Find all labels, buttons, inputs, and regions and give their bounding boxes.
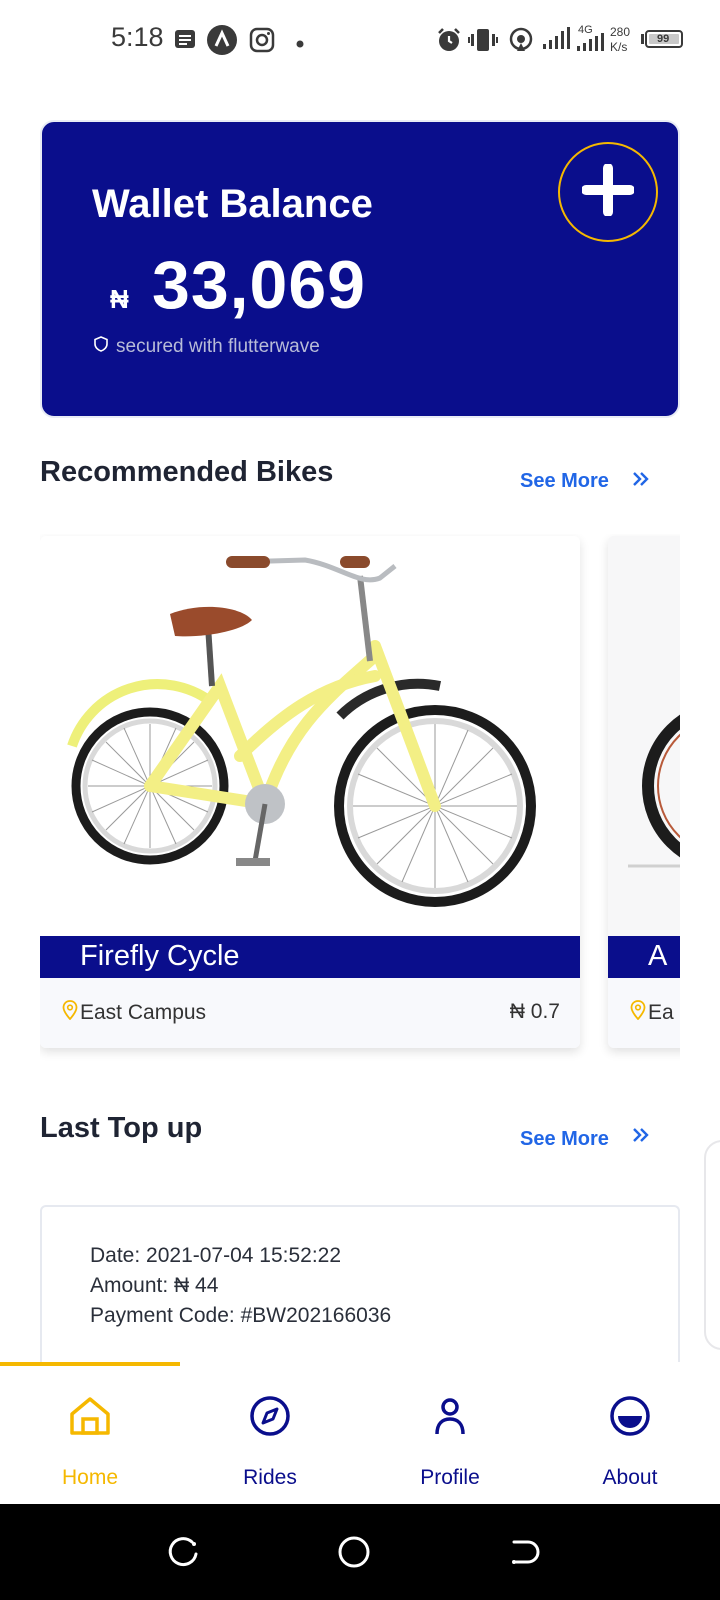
topup-see-more-link[interactable]: See More bbox=[520, 1128, 609, 1151]
recents-icon[interactable] bbox=[166, 1534, 202, 1570]
person-icon bbox=[428, 1394, 472, 1438]
bike-name-bar: A bbox=[608, 936, 680, 978]
nav-item-profile[interactable]: Profile bbox=[360, 1362, 540, 1504]
bike-name: Firefly Cycle bbox=[80, 940, 240, 972]
speed-value: 280 bbox=[610, 25, 631, 39]
plus-icon bbox=[581, 162, 635, 221]
wallet-title: Wallet Balance bbox=[92, 182, 373, 226]
notes-icon bbox=[174, 28, 196, 55]
wallet-currency: ₦ bbox=[110, 284, 129, 314]
bike-image bbox=[40, 536, 580, 934]
bike-price: ₦ 0.7 bbox=[509, 1000, 560, 1023]
speed-unit: K/s bbox=[610, 40, 628, 54]
bike-location: Ea bbox=[630, 1000, 674, 1026]
last-topup-title: Last Top up bbox=[40, 1112, 203, 1144]
topup-date: Date: 2021-07-04 15:52:22 bbox=[90, 1244, 342, 1267]
nav-item-rides[interactable]: Rides bbox=[180, 1362, 360, 1504]
location-pin-icon bbox=[62, 1000, 78, 1026]
double-chevron-right-icon[interactable] bbox=[632, 1126, 650, 1149]
alarm-icon bbox=[436, 27, 462, 58]
status-bar: 5:18 4G 280 K/s 99 bbox=[0, 0, 720, 80]
bike-location-text: Ea bbox=[648, 1001, 674, 1024]
wallet-secure-note: secured with flutterwave bbox=[94, 336, 320, 358]
edge-panel-handle[interactable] bbox=[704, 1140, 720, 1350]
topup-amount: Amount: ₦ 44 bbox=[90, 1274, 219, 1297]
nav-label: Profile bbox=[420, 1466, 480, 1489]
instagram-icon bbox=[249, 27, 275, 58]
wallet-secure-text: secured with flutterwave bbox=[116, 336, 320, 357]
recommended-bikes-title: Recommended Bikes bbox=[40, 456, 334, 488]
wallet-amount: 33,069 bbox=[152, 247, 366, 323]
status-time: 5:18 bbox=[111, 22, 164, 52]
bike-carousel[interactable]: Firefly Cycle East Campus ₦ 0.7 A Ea bbox=[40, 534, 680, 1074]
topup-payment-code: Payment Code: #BW202166036 bbox=[90, 1304, 392, 1327]
back-icon[interactable] bbox=[506, 1534, 542, 1570]
dot-icon bbox=[296, 35, 304, 53]
hotspot-icon bbox=[508, 27, 534, 58]
add-funds-button[interactable] bbox=[558, 142, 658, 242]
bike-location-text: East Campus bbox=[80, 1001, 207, 1024]
home-circle-icon[interactable] bbox=[336, 1534, 372, 1570]
compass-icon bbox=[248, 1394, 292, 1438]
bike-name-bar: Firefly Cycle bbox=[40, 936, 580, 978]
recommended-see-more-link[interactable]: See More bbox=[520, 470, 609, 493]
nav-item-about[interactable]: About bbox=[540, 1362, 720, 1504]
system-nav-bar bbox=[0, 1504, 720, 1600]
home-icon bbox=[68, 1394, 112, 1438]
bike-location: East Campus bbox=[62, 1000, 206, 1026]
shield-icon bbox=[94, 336, 108, 358]
bike-name: A bbox=[648, 940, 668, 972]
double-chevron-right-icon[interactable] bbox=[632, 470, 650, 493]
wallet-card: Wallet Balance ₦ 33,069 secured with flu… bbox=[40, 120, 680, 418]
last-topup-card[interactable]: Date: 2021-07-04 15:52:22 Amount: ₦ 44 P… bbox=[40, 1205, 680, 1365]
app-screen: 5:18 4G 280 K/s 99 Wallet Balance ₦ 33,0… bbox=[0, 0, 720, 1600]
vibrate-icon bbox=[468, 27, 498, 58]
nav-label: Rides bbox=[243, 1466, 297, 1489]
bike-card[interactable]: Firefly Cycle East Campus ₦ 0.7 bbox=[40, 536, 580, 1048]
battery-level: 99 bbox=[657, 33, 670, 45]
bike-info-row: Ea bbox=[608, 978, 680, 1048]
bottom-nav: Home Rides Profile About bbox=[0, 1362, 720, 1504]
location-pin-icon bbox=[630, 1000, 646, 1026]
bike-card[interactable]: A Ea bbox=[608, 536, 680, 1048]
bike-image bbox=[608, 536, 680, 934]
bike-info-row: East Campus ₦ 0.7 bbox=[40, 978, 580, 1048]
app-icon bbox=[207, 25, 237, 60]
nav-label: About bbox=[602, 1466, 658, 1489]
signal-icon bbox=[542, 26, 570, 55]
nav-item-home[interactable]: Home bbox=[0, 1362, 180, 1504]
nav-label: Home bbox=[61, 1466, 119, 1489]
signal-icon bbox=[576, 33, 604, 56]
about-icon bbox=[608, 1394, 652, 1438]
